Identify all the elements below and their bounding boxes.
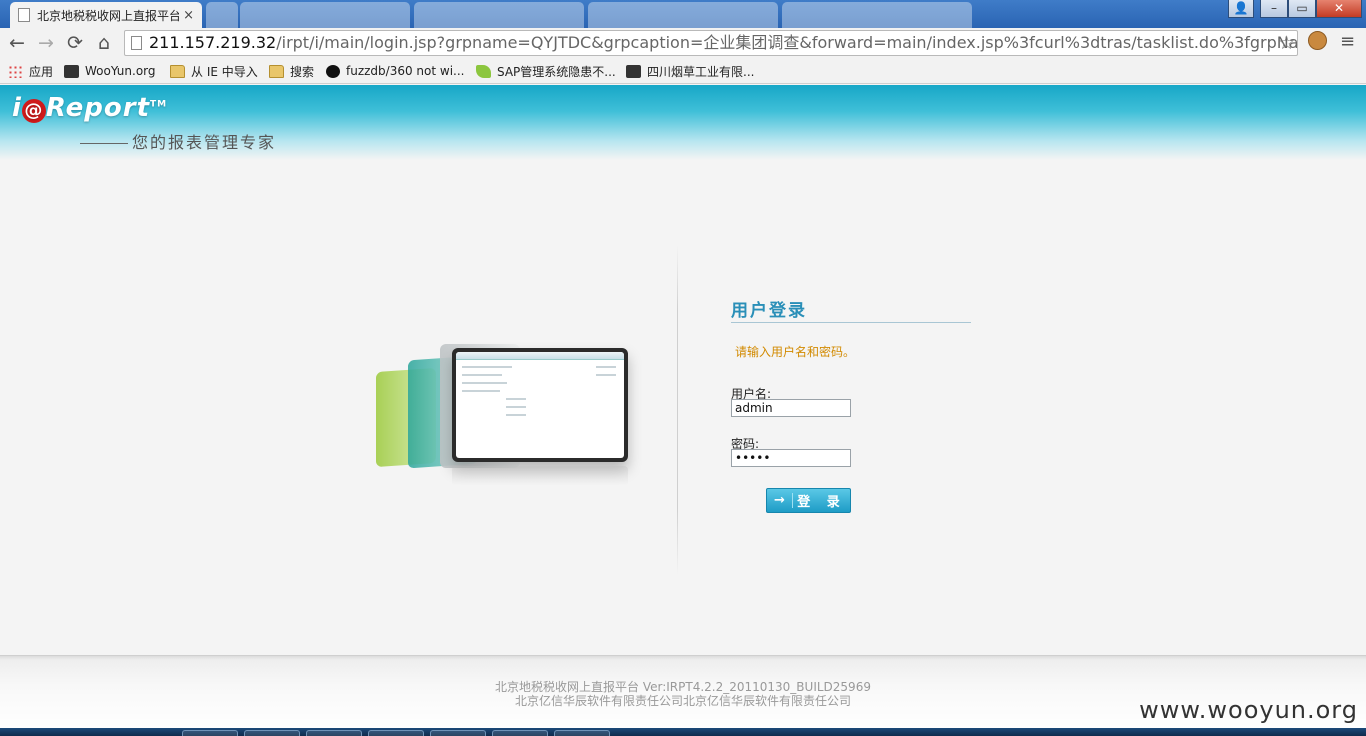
login-button-label: 登 录: [797, 495, 846, 510]
taskbar-item[interactable]: [182, 730, 238, 736]
user-icon[interactable]: 👤: [1228, 0, 1254, 18]
window-close-button[interactable]: ✕: [1316, 0, 1362, 18]
page-icon: [131, 36, 142, 50]
maximize-button[interactable]: ▭: [1288, 0, 1316, 18]
page-footer: 北京地税税收网上直报平台 Ver:IRPT4.2.2_20110130_BUIL…: [0, 655, 1366, 728]
bookmarks-bar: 应用 WooYun.org 从 IE 中导入 搜索 fuzzdb/360 not…: [0, 58, 1366, 84]
forward-icon[interactable]: →: [35, 32, 57, 54]
illustration-line: [596, 366, 616, 368]
folder-icon: [269, 64, 284, 78]
password-input[interactable]: •••••: [731, 449, 851, 467]
cookie-extension-icon[interactable]: [1308, 31, 1327, 50]
bookmark-wooyun[interactable]: WooYun.org: [64, 62, 156, 80]
login-title-divider: [731, 322, 971, 323]
url-host: 211.157.219.32: [149, 33, 277, 52]
taskbar-item[interactable]: [492, 730, 548, 736]
illustration-screen-bar: [456, 352, 624, 360]
menu-icon[interactable]: ≡: [1340, 31, 1356, 53]
logo-text-report: Report: [45, 93, 151, 123]
watermark: www.wooyun.org: [1139, 696, 1358, 724]
report-illustration: [370, 330, 640, 490]
illustration-line: [462, 374, 502, 376]
taskbar-item[interactable]: [430, 730, 486, 736]
page-header: i @ReportTM 您的报表管理专家: [0, 85, 1366, 160]
illustration-line: [506, 406, 526, 408]
wooyun-icon: [64, 64, 79, 78]
slogan-dash: [80, 143, 128, 144]
logo-text-i: i: [12, 93, 22, 123]
page-icon: [18, 8, 30, 22]
url-path: /irpt/i/main/login.jsp?grpname=QYJTDC&gr…: [276, 33, 1298, 52]
bookmark-ie-import[interactable]: 从 IE 中导入: [170, 62, 258, 80]
slogan-text: 您的报表管理专家: [132, 133, 277, 152]
github-icon: [326, 64, 340, 78]
bookmark-sichuan[interactable]: 四川烟草工业有限...: [626, 62, 754, 80]
username-input[interactable]: [731, 399, 851, 417]
leaf-icon: [476, 64, 491, 78]
wooyun-icon: [626, 64, 641, 78]
illustration-line: [462, 366, 512, 368]
illustration-line: [462, 382, 507, 384]
login-button[interactable]: → 登 录: [766, 488, 851, 513]
new-tab-button[interactable]: [206, 2, 238, 28]
logo-tm: TM: [150, 99, 168, 110]
tab-active[interactable]: 北京地税税收网上直报平台 ×: [10, 2, 202, 28]
tab-background[interactable]: [782, 2, 972, 28]
back-icon[interactable]: ←: [6, 32, 28, 54]
illustration-reflection: [452, 466, 628, 486]
tab-background[interactable]: [588, 2, 778, 28]
illustration-screen-content: [456, 352, 624, 458]
illustration-line: [596, 374, 616, 376]
bookmark-fuzzdb[interactable]: fuzzdb/360 not wi...: [326, 62, 464, 80]
bookmark-label: fuzzdb/360 not wi...: [346, 64, 465, 78]
taskbar-item[interactable]: [554, 730, 610, 736]
arrow-right-icon: →: [767, 493, 793, 508]
close-icon[interactable]: ×: [183, 8, 194, 23]
tab-background[interactable]: [240, 2, 410, 28]
login-title: 用户登录: [731, 301, 807, 321]
taskbar-item[interactable]: [368, 730, 424, 736]
taskbar-item[interactable]: [306, 730, 362, 736]
logo-at-sign: @: [21, 99, 46, 123]
home-icon[interactable]: ⌂: [93, 32, 115, 54]
apps-icon: [8, 64, 23, 78]
illustration-line: [462, 390, 500, 392]
browser-toolbar: ← → ⟳ ⌂ 211.157.219.32/irpt/i/main/login…: [0, 28, 1366, 58]
browser-titlebar: 北京地税税收网上直报平台 × 👤 – ▭ ✕: [0, 0, 1366, 28]
login-hint: 请输入用户名和密码。: [735, 345, 856, 359]
tab-background[interactable]: [414, 2, 584, 28]
minimize-button[interactable]: –: [1260, 0, 1288, 18]
bookmark-sap[interactable]: SAP管理系统隐患不...: [476, 62, 616, 80]
iareport-logo: i @ReportTM: [12, 93, 167, 123]
slogan: 您的报表管理专家: [80, 129, 276, 153]
bookmark-label: 搜索: [290, 64, 315, 79]
reload-icon[interactable]: ⟳: [64, 32, 86, 54]
vertical-divider: [677, 245, 678, 575]
taskbar-item[interactable]: [244, 730, 300, 736]
illustration-line: [506, 414, 526, 416]
bookmark-label: SAP管理系统隐患不...: [497, 64, 616, 79]
bookmark-label: 应用: [29, 64, 54, 79]
illustration-line: [506, 398, 526, 400]
illustration-screen: [452, 348, 628, 462]
bookmark-label: WooYun.org: [85, 64, 156, 78]
bookmark-search[interactable]: 搜索: [269, 62, 314, 80]
address-bar[interactable]: 211.157.219.32/irpt/i/main/login.jsp?grp…: [124, 30, 1298, 56]
bookmark-label: 四川烟草工业有限...: [647, 64, 755, 79]
bookmark-star-icon[interactable]: ☆: [1278, 31, 1295, 55]
bookmark-apps[interactable]: 应用: [8, 62, 53, 80]
tab-title: 北京地税税收网上直报平台: [37, 8, 180, 23]
folder-icon: [170, 64, 185, 78]
bookmark-label: 从 IE 中导入: [191, 64, 258, 79]
